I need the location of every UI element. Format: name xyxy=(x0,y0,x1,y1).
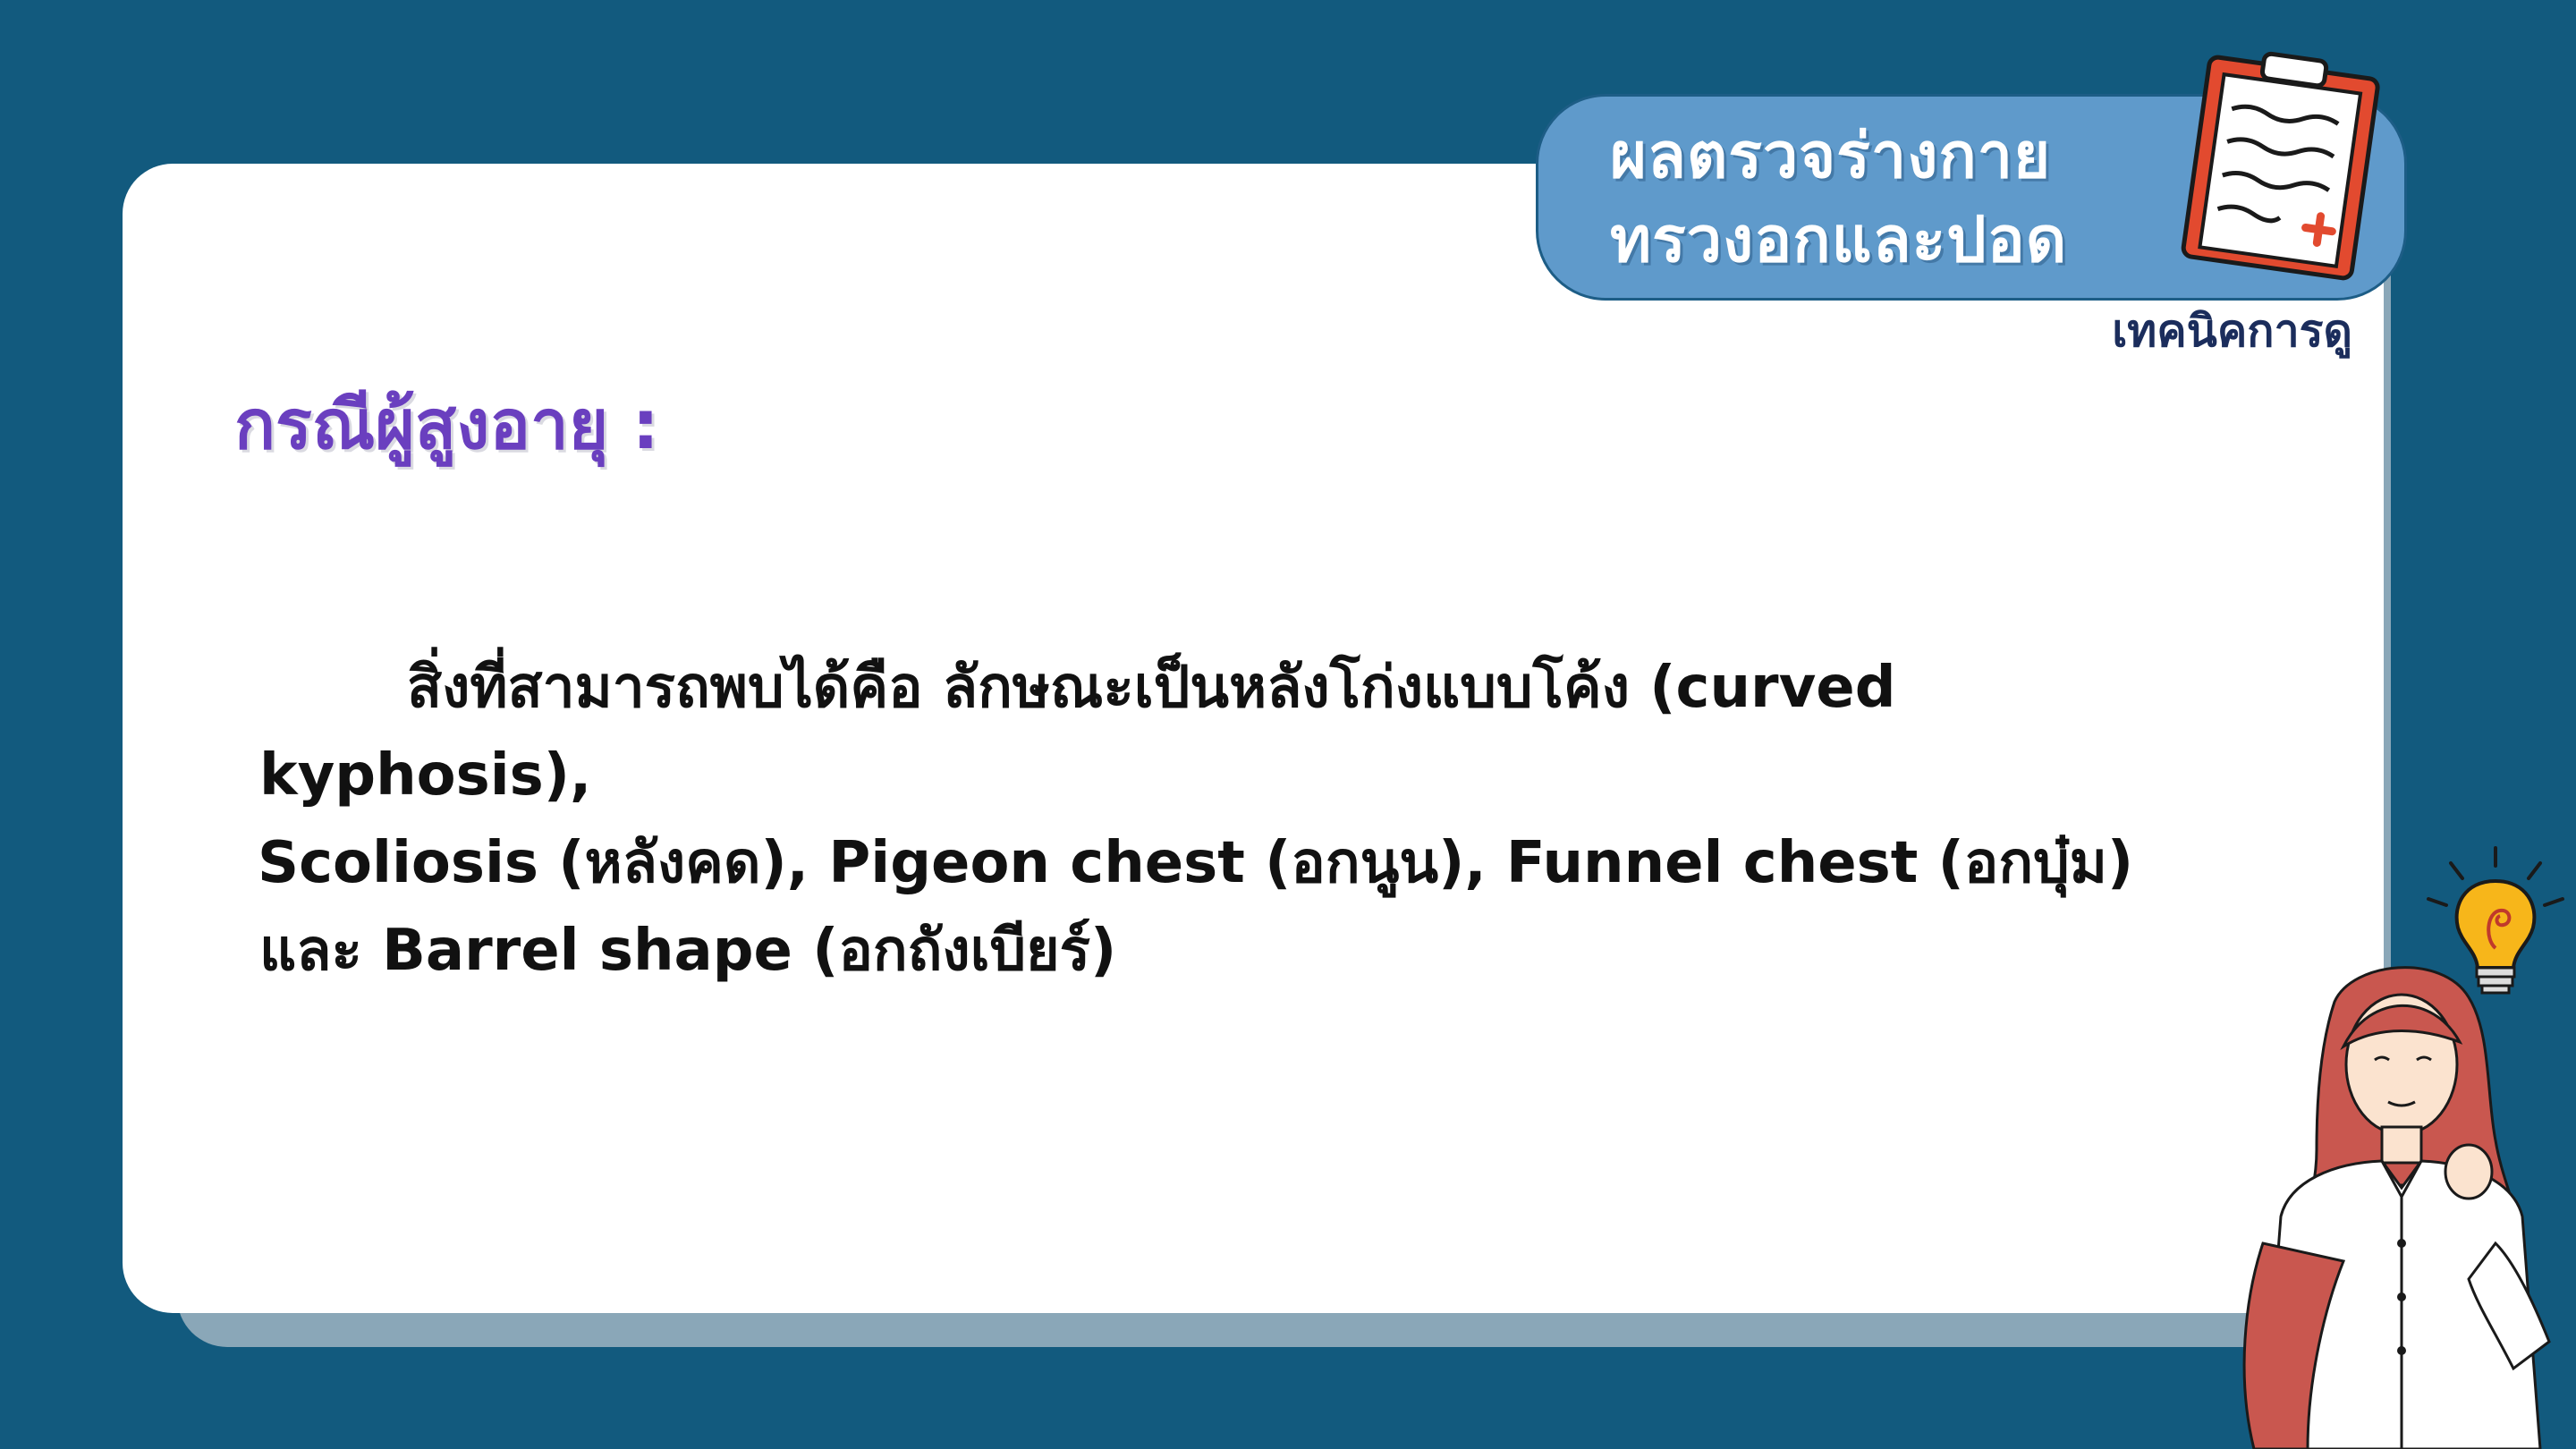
section-heading: กรณีผู้สูงอายุ : xyxy=(234,385,660,464)
body-line-3: และ Barrel shape (อกถังเบียร์) xyxy=(259,918,1117,984)
body-line-2: Scoliosis (หลังคด), Pigeon chest (อกนูน)… xyxy=(258,830,2134,896)
subtitle-technique: เทคนิคการดู xyxy=(2112,305,2352,357)
woman-illustration xyxy=(2242,966,2551,1449)
body-line-1: สิ่งที่สามารถพบได้คือ ลักษณะเป็นหลังโก่ง… xyxy=(259,655,1896,809)
title-line-2: ทรวงอกและปอด xyxy=(1610,203,2068,276)
title-line-1: ผลตรวจร่างกาย xyxy=(1610,119,2052,192)
clipboard-icon xyxy=(2181,51,2380,281)
body-paragraph: สิ่งที่สามารถพบได้คือ ลักษณะเป็นหลังโก่ง… xyxy=(258,644,2227,995)
